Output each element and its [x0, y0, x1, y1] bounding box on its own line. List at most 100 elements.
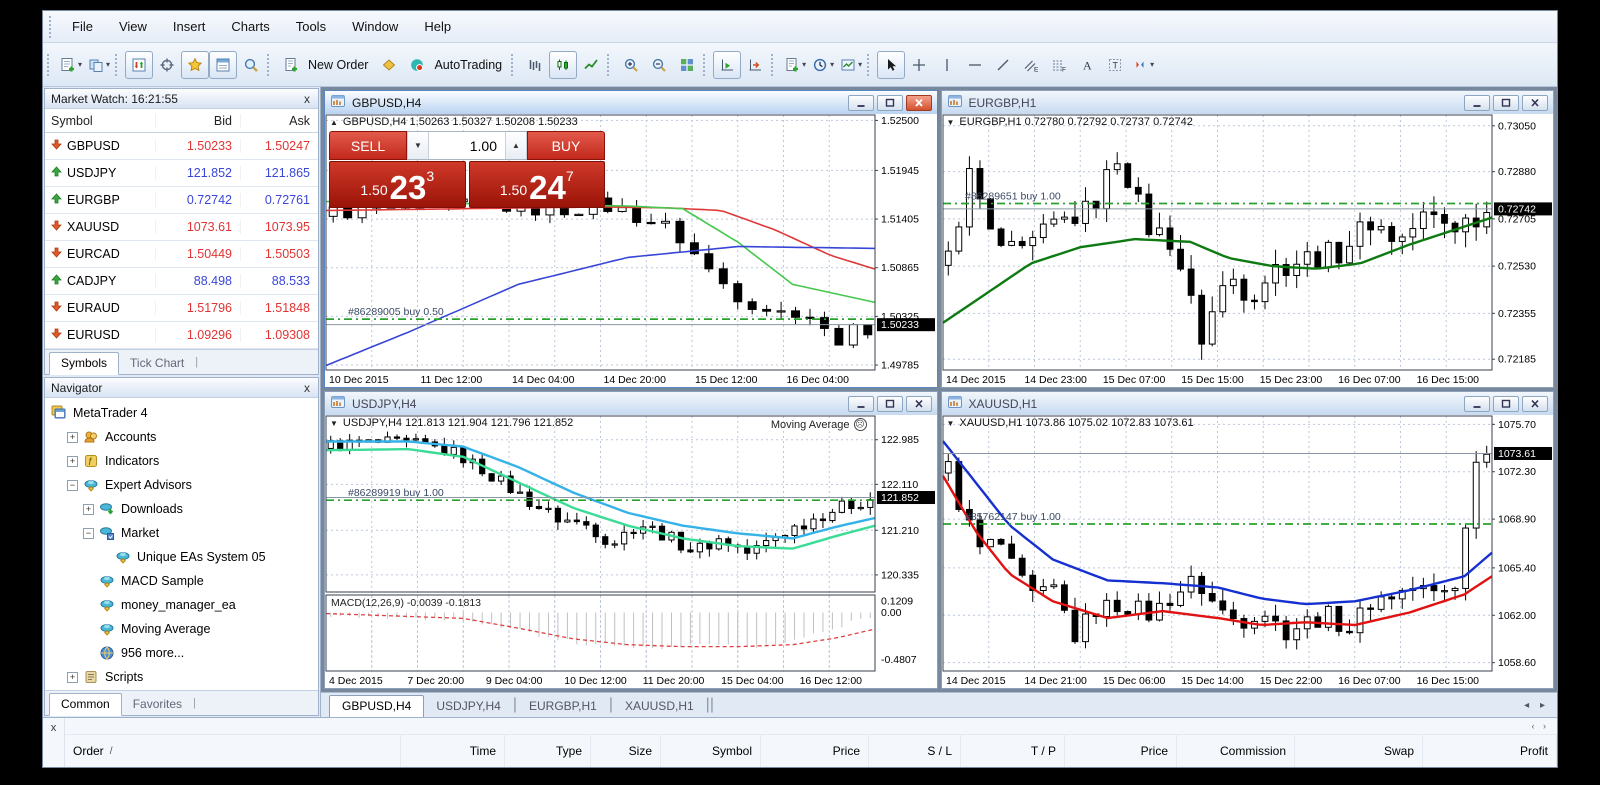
navigator-item-scripts[interactable]: + Scripts	[45, 665, 318, 689]
maximize-button[interactable]	[1493, 94, 1519, 111]
new-order-button[interactable]	[277, 51, 305, 79]
indicators-button[interactable]: ▾	[781, 51, 809, 79]
new-order-button-label[interactable]: New Order	[308, 58, 368, 72]
market-watch-row[interactable]: XAUUSD 1073.61 1073.95	[45, 214, 318, 241]
col-bid[interactable]: Bid	[155, 113, 240, 128]
collapse-icon[interactable]: −	[83, 527, 94, 539]
templates-button[interactable]: ▾	[837, 51, 865, 79]
tab-symbols[interactable]: Symbols	[49, 352, 120, 375]
chart-window-title-bar[interactable]: GBPUSD,H4	[325, 91, 937, 114]
market-watch-toggle[interactable]	[125, 50, 154, 79]
sell-button[interactable]: SELL	[329, 131, 407, 160]
terminal-col-type[interactable]: Type	[505, 735, 591, 767]
minimize-button[interactable]	[847, 94, 874, 111]
terminal-col-symbol[interactable]: Symbol	[661, 735, 761, 767]
tile-windows-button[interactable]	[673, 51, 701, 79]
terminal-col-t-p[interactable]: T / P	[961, 735, 1065, 767]
navigator-item-metatrader-4[interactable]: MetaTrader 4	[45, 401, 318, 425]
vertical-line-button[interactable]	[933, 51, 961, 79]
navigator-item-macd-sample[interactable]: MACD Sample	[45, 569, 318, 593]
navigator-item-unique-eas-system-05[interactable]: Unique EAs System 05	[45, 545, 318, 569]
chart-window-usdjpy-h4[interactable]: USDJPY,H4 #86289919 buy 1.00 122.985 122.11…	[324, 391, 938, 689]
scroll-arrows-icon[interactable]: ‹ ›	[1532, 721, 1550, 731]
terminal-col-commission[interactable]: Commission	[1177, 735, 1295, 767]
navigator-item-956-more-[interactable]: 956 more...	[45, 641, 318, 665]
mql5-button[interactable]	[375, 51, 403, 79]
cursor-button[interactable]	[877, 50, 906, 79]
bar-chart-button[interactable]	[521, 51, 549, 79]
collapse-icon[interactable]: −	[67, 479, 78, 491]
zoom-out-button[interactable]	[645, 51, 673, 79]
chart-window-eurgbp-h1[interactable]: EURGBP,H1 #86289651 buy 1.00 0.73050 0.7288…	[940, 90, 1554, 388]
close-icon[interactable]: x	[51, 722, 57, 767]
terminal-col-s-l[interactable]: S / L	[869, 735, 961, 767]
chart-window-title-bar[interactable]: USDJPY,H4	[325, 392, 937, 415]
menu-item-charts[interactable]: Charts	[218, 14, 282, 39]
menu-item-view[interactable]: View	[106, 14, 160, 39]
close-button[interactable]	[905, 94, 932, 111]
minimize-button[interactable]	[1464, 94, 1490, 111]
buy-button[interactable]: BUY	[527, 131, 605, 160]
maximize-button[interactable]	[1493, 395, 1519, 412]
line-chart-button[interactable]	[577, 51, 605, 79]
terminal-col-price[interactable]: Price	[761, 735, 869, 767]
menu-item-file[interactable]: File	[59, 14, 106, 39]
autotrading-button-label[interactable]: AutoTrading	[434, 58, 502, 72]
navigator-item-moving-average[interactable]: Moving Average	[45, 617, 318, 641]
terminal-col-time[interactable]: Time	[401, 735, 505, 767]
chart-window-title-bar[interactable]: EURGBP,H1	[941, 91, 1553, 114]
navigator-item-accounts[interactable]: + Accounts	[45, 425, 318, 449]
chart-canvas[interactable]: #86289651 buy 1.00 0.73050 0.72880 0.72705 0…	[941, 114, 1553, 387]
chart-shift-toggle[interactable]	[741, 51, 769, 79]
strategy-tester-button[interactable]	[237, 51, 265, 79]
market-watch-row[interactable]: EURAUD 1.51796 1.51848	[45, 295, 318, 322]
zoom-in-button[interactable]	[617, 51, 645, 79]
menu-item-tools[interactable]: Tools	[283, 14, 339, 39]
menu-item-insert[interactable]: Insert	[160, 14, 219, 39]
terminal-col-size[interactable]: Size	[591, 735, 661, 767]
candlestick-button[interactable]	[549, 50, 578, 79]
sell-price-button[interactable]: 1.50 23 3	[329, 161, 466, 208]
tab-scroll-arrows-icon[interactable]: ◂ ▸	[1524, 700, 1549, 711]
volume-down-button[interactable]: ▼	[407, 132, 429, 159]
chart-tab-eurgbp-h1[interactable]: EURGBP,H1	[517, 696, 609, 717]
col-ask[interactable]: Ask	[240, 113, 318, 128]
navigator-item-downloads[interactable]: + Downloads	[45, 497, 318, 521]
close-button[interactable]	[1522, 395, 1548, 412]
tab-common[interactable]: Common	[49, 693, 122, 716]
autotrading-button[interactable]	[403, 51, 431, 79]
tab-favorites[interactable]: Favorites	[122, 694, 193, 715]
new-chart-button[interactable]: ▾	[57, 51, 85, 79]
terminal-col-swap[interactable]: Swap	[1295, 735, 1423, 767]
market-watch-row[interactable]: CADJPY 88.498 88.533	[45, 268, 318, 295]
navigator-item-indicators[interactable]: + f Indicators	[45, 449, 318, 473]
chart-canvas[interactable]: #86289005 buy 0.50 1.52500 1.51945 1.51405 1…	[325, 114, 937, 387]
market-watch-row[interactable]: USDJPY 121.852 121.865	[45, 160, 318, 187]
market-watch-row[interactable]: EURCAD 1.50449 1.50503	[45, 241, 318, 268]
market-watch-row[interactable]: EURGBP 0.72742 0.72761	[45, 187, 318, 214]
chart-tab-usdjpy-h4[interactable]: USDJPY,H4	[424, 696, 512, 717]
arrows-button[interactable]: ▾	[1129, 51, 1157, 79]
buy-price-button[interactable]: 1.50 24 7	[468, 161, 605, 208]
data-window-button[interactable]	[153, 51, 181, 79]
chart-tab-xauusd-h1[interactable]: XAUUSD,H1	[613, 696, 706, 717]
channel-button[interactable]: E	[1017, 51, 1045, 79]
tab-tick-chart[interactable]: Tick Chart	[119, 353, 195, 374]
navigator-item-money-manager-ea[interactable]: money_manager_ea	[45, 593, 318, 617]
text-button[interactable]: A	[1073, 51, 1101, 79]
collapse-arrow-icon[interactable]: ▲	[330, 118, 338, 127]
maximize-button[interactable]	[876, 395, 903, 412]
chart-window-title-bar[interactable]: XAUUSD,H1	[941, 392, 1553, 415]
terminal-col-price[interactable]: Price	[1065, 735, 1177, 767]
close-button[interactable]	[905, 395, 932, 412]
chart-window-gbpusd-h4[interactable]: GBPUSD,H4 #86289005 buy 0.50 1.52500 1.5194…	[324, 90, 938, 388]
text-label-button[interactable]: T	[1101, 51, 1129, 79]
terminal-toggle[interactable]	[209, 50, 238, 79]
close-icon[interactable]: x	[302, 382, 312, 394]
volume-up-button[interactable]: ▲	[505, 132, 527, 159]
trendline-button[interactable]	[989, 51, 1017, 79]
profiles-button[interactable]: ▾	[85, 51, 113, 79]
navigator-toggle[interactable]	[181, 50, 210, 79]
chart-canvas[interactable]: #85762147 buy 1.00 1075.70 1072.30 1068.90 1…	[941, 415, 1553, 688]
col-symbol[interactable]: Symbol	[45, 114, 155, 128]
